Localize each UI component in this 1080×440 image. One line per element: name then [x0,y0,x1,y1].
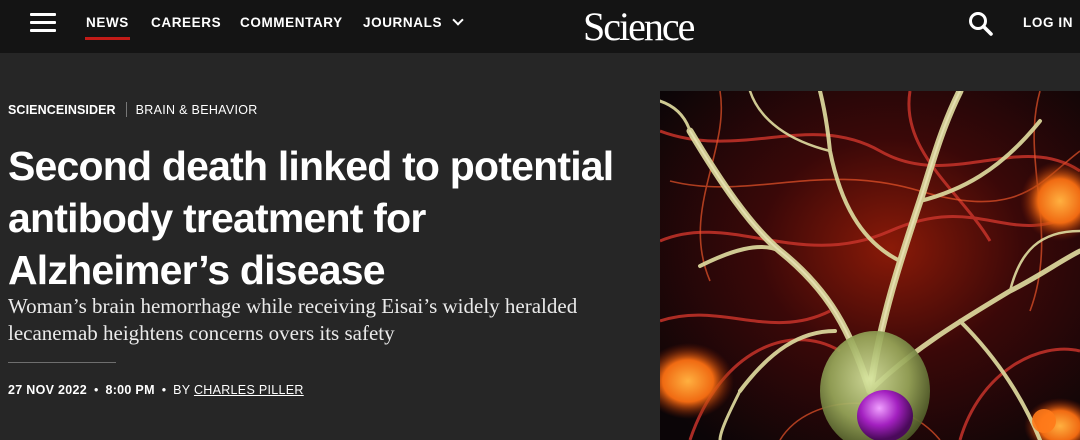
article-headline: Second death linked to potential antibod… [8,143,614,293]
nav-item-commentary[interactable]: COMMENTARY [240,15,343,30]
article-date: 27 NOV 2022 [8,383,88,397]
nav-item-careers[interactable]: CAREERS [151,15,221,30]
top-navigation-bar: NEWS CAREERS COMMENTARY JOURNALS Science… [0,0,1080,53]
divider-rule [8,362,116,363]
topic-link[interactable]: BRAIN & BEHAVIOR [136,103,258,117]
byline-separator: • [161,383,167,397]
nav-item-news[interactable]: NEWS [85,15,130,40]
author-link[interactable]: CHARLES PILLER [194,383,304,397]
chevron-down-icon [452,14,464,26]
nav-item-journals[interactable]: JOURNALS [363,14,464,30]
article-subhead: Woman’s brain hemorrhage while receiving… [8,294,578,345]
article-byline: 27 NOV 2022 • 8:00 PM • BY CHARLES PILLER [8,383,304,397]
kicker-divider [125,102,127,117]
byline-by: BY [173,383,191,397]
nav-item-journals-label: JOURNALS [363,15,443,30]
hero-image-neurons [660,91,1080,440]
article-kicker: SCIENCEINSIDER BRAIN & BEHAVIOR [8,102,258,117]
menu-icon[interactable] [30,13,56,33]
byline-separator: • [94,383,99,397]
search-icon[interactable] [968,11,994,37]
article-time: 8:00 PM [105,383,155,397]
science-logo[interactable]: Science [583,3,695,50]
login-link[interactable]: LOG IN [1023,15,1073,30]
section-link[interactable]: SCIENCEINSIDER [8,103,116,117]
